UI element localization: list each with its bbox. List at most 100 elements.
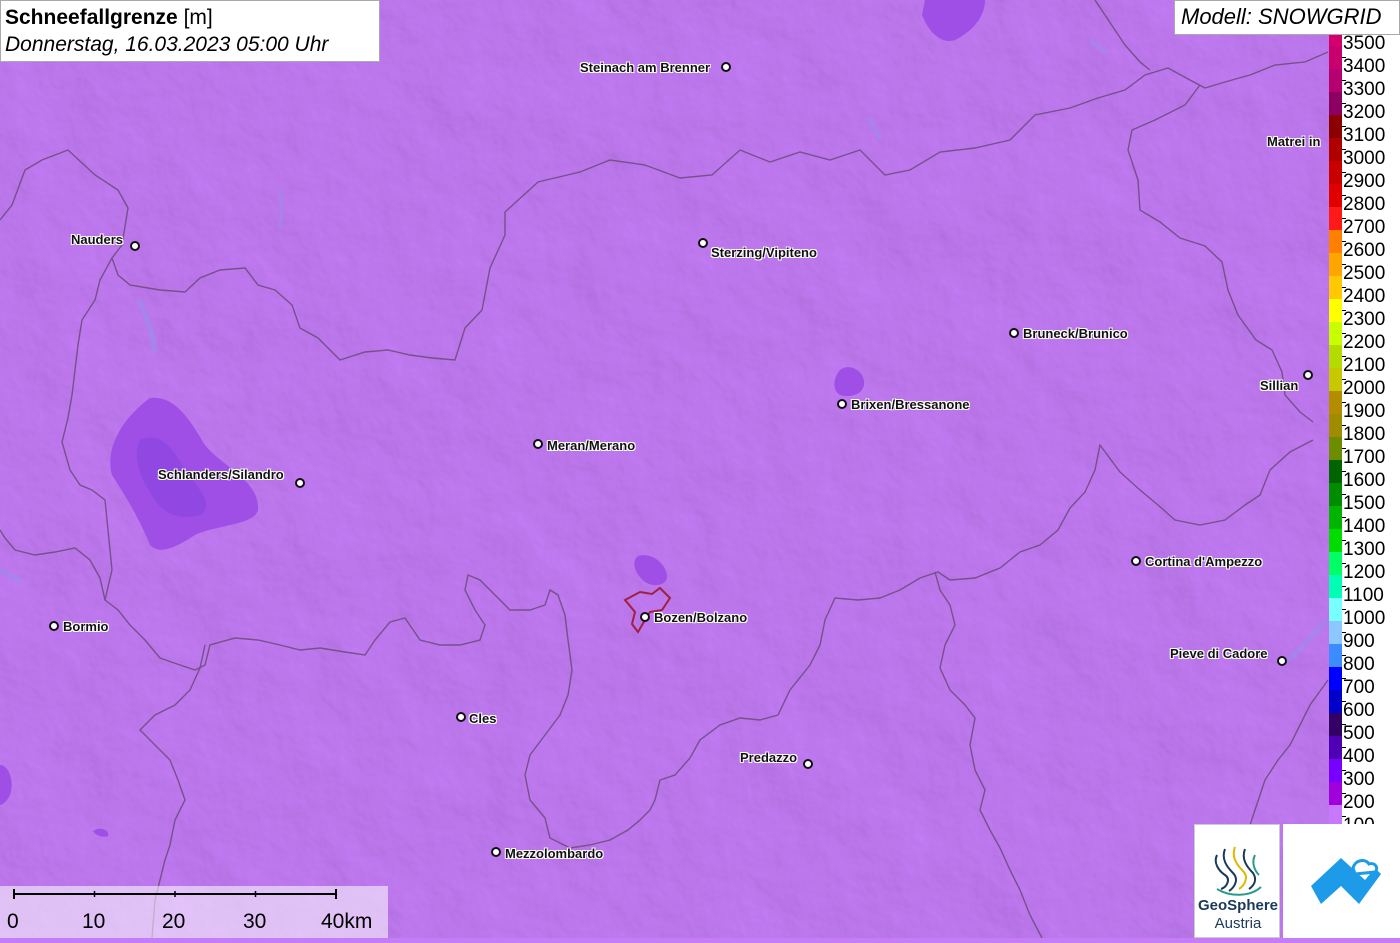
city-label-sterzing: Sterzing/Vipiteno: [711, 245, 817, 260]
scale-label-0: 0: [7, 910, 19, 933]
city-marker-cortina[interactable]: [1131, 556, 1141, 566]
legend-swatch: [1329, 690, 1342, 713]
legend-row: 2400: [1329, 276, 1400, 306]
city-marker-meran[interactable]: [533, 439, 543, 449]
legend-row: 3500: [1329, 35, 1400, 53]
legend-row: 500: [1329, 713, 1400, 743]
city-marker-bruneck[interactable]: [1009, 328, 1019, 338]
legend-row: 300: [1329, 759, 1400, 789]
city-label-bormio: Bormio: [63, 619, 109, 634]
legend-row: 3300: [1329, 69, 1400, 99]
legend-row: 2000: [1329, 368, 1400, 398]
scale-label-30: 30: [243, 910, 267, 933]
map-title: Schneefallgrenze [m]: [5, 4, 375, 31]
city-marker-sterzing[interactable]: [698, 238, 708, 248]
legend-row: 1800: [1329, 414, 1400, 444]
legend-swatch: [1329, 644, 1342, 667]
legend-swatch: [1329, 69, 1342, 92]
legend-swatch: [1329, 529, 1342, 552]
city-label-cortina: Cortina d'Ampezzo: [1145, 554, 1263, 569]
legend-row: 1600: [1329, 460, 1400, 490]
legend-row: 400: [1329, 736, 1400, 766]
legend-row: 2500: [1329, 253, 1400, 283]
city-marker-predazzo[interactable]: [803, 759, 813, 769]
app-logo[interactable]: [1283, 824, 1400, 938]
city-marker-bormio[interactable]: [49, 621, 59, 631]
legend-row: 600: [1329, 690, 1400, 720]
legend-swatch: [1329, 322, 1342, 345]
legend-swatch: [1329, 805, 1342, 825]
legend-swatch: [1329, 230, 1342, 253]
city-label-pieve: Pieve di Cadore: [1170, 646, 1268, 661]
map-title-text: Schneefallgrenze: [5, 6, 178, 29]
city-label-steinach: Steinach am Brenner: [580, 60, 711, 75]
legend-row: 2300: [1329, 299, 1400, 329]
model-label: Modell: SNOWGRID: [1174, 0, 1400, 35]
map-datetime: Donnerstag, 16.03.2023 05:00 Uhr: [5, 33, 329, 56]
legend-swatch: [1329, 207, 1342, 230]
city-marker-pieve[interactable]: [1277, 656, 1287, 666]
legend-row: 2600: [1329, 230, 1400, 260]
color-legend: 3500 3400 3300 3200 3100 3000 2900 2800 2700 2600…: [1329, 35, 1400, 825]
legend-swatch: [1329, 161, 1342, 184]
city-marker-schlanders[interactable]: [295, 478, 305, 488]
legend-swatch: [1329, 782, 1342, 805]
legend-swatch: [1329, 368, 1342, 391]
legend-swatch: [1329, 759, 1342, 782]
legend-swatch: [1329, 552, 1342, 575]
city-marker-steinach[interactable]: [721, 62, 731, 72]
city-label-schlanders: Schlanders/Silandro: [158, 467, 284, 482]
scale-label-10: 10: [82, 910, 106, 933]
geosphere-logo-icon: [1214, 846, 1262, 896]
legend-row: 1000: [1329, 598, 1400, 628]
legend-row: 100: [1329, 805, 1400, 825]
legend-row: 700: [1329, 667, 1400, 697]
city-label-bruneck: Bruneck/Brunico: [1023, 326, 1128, 341]
scale-label-40km: 40km: [321, 910, 373, 933]
legend-swatch: [1329, 667, 1342, 690]
city-marker-nauders[interactable]: [130, 241, 140, 251]
legend-row: 3400: [1329, 46, 1400, 76]
city-label-matrei: Matrei in: [1267, 134, 1321, 149]
map-title-unit: [m]: [183, 6, 213, 29]
legend-swatch: [1329, 460, 1342, 483]
legend-row: 2800: [1329, 184, 1400, 214]
city-label-sillian: Sillian: [1260, 378, 1299, 393]
city-marker-cles[interactable]: [456, 712, 466, 722]
geosphere-country: Austria: [1214, 915, 1262, 932]
legend-swatch: [1329, 414, 1342, 437]
city-label-bozen: Bozen/Bolzano: [654, 610, 748, 625]
legend-swatch: [1329, 621, 1342, 644]
legend-swatch: [1329, 713, 1342, 736]
legend-row: 2700: [1329, 207, 1400, 237]
city-label-meran: Meran/Merano: [547, 438, 636, 453]
legend-swatch: [1329, 35, 1342, 46]
legend-swatch: [1329, 299, 1342, 322]
legend-row: 2900: [1329, 161, 1400, 191]
legend-swatch: [1329, 345, 1342, 368]
legend-swatch: [1329, 506, 1342, 529]
legend-row: 1500: [1329, 483, 1400, 513]
legend-row: 3100: [1329, 115, 1400, 145]
city-marker-bozen[interactable]: [640, 612, 650, 622]
geosphere-logo[interactable]: GeoSphere Austria: [1194, 824, 1280, 938]
city-marker-mezzolombardo[interactable]: [491, 847, 501, 857]
city-marker-sillian[interactable]: [1303, 370, 1313, 380]
legend-row: 1900: [1329, 391, 1400, 421]
geosphere-name: GeoSphere: [1197, 897, 1279, 914]
legend-swatch: [1329, 575, 1342, 598]
legend-swatch: [1329, 46, 1342, 69]
city-marker-brixen[interactable]: [837, 399, 847, 409]
legend-row: 2200: [1329, 322, 1400, 352]
legend-swatch: [1329, 598, 1342, 621]
legend-swatch: [1329, 483, 1342, 506]
legend-row: 3000: [1329, 138, 1400, 168]
legend-row: 1300: [1329, 529, 1400, 559]
city-label-nauders: Nauders: [71, 232, 124, 247]
legend-row: 1200: [1329, 552, 1400, 582]
city-label-cles: Cles: [469, 711, 497, 726]
legend-row: 3200: [1329, 92, 1400, 122]
legend-swatch: [1329, 437, 1342, 460]
legend-swatch: [1329, 115, 1342, 138]
legend-swatch: [1329, 184, 1342, 207]
